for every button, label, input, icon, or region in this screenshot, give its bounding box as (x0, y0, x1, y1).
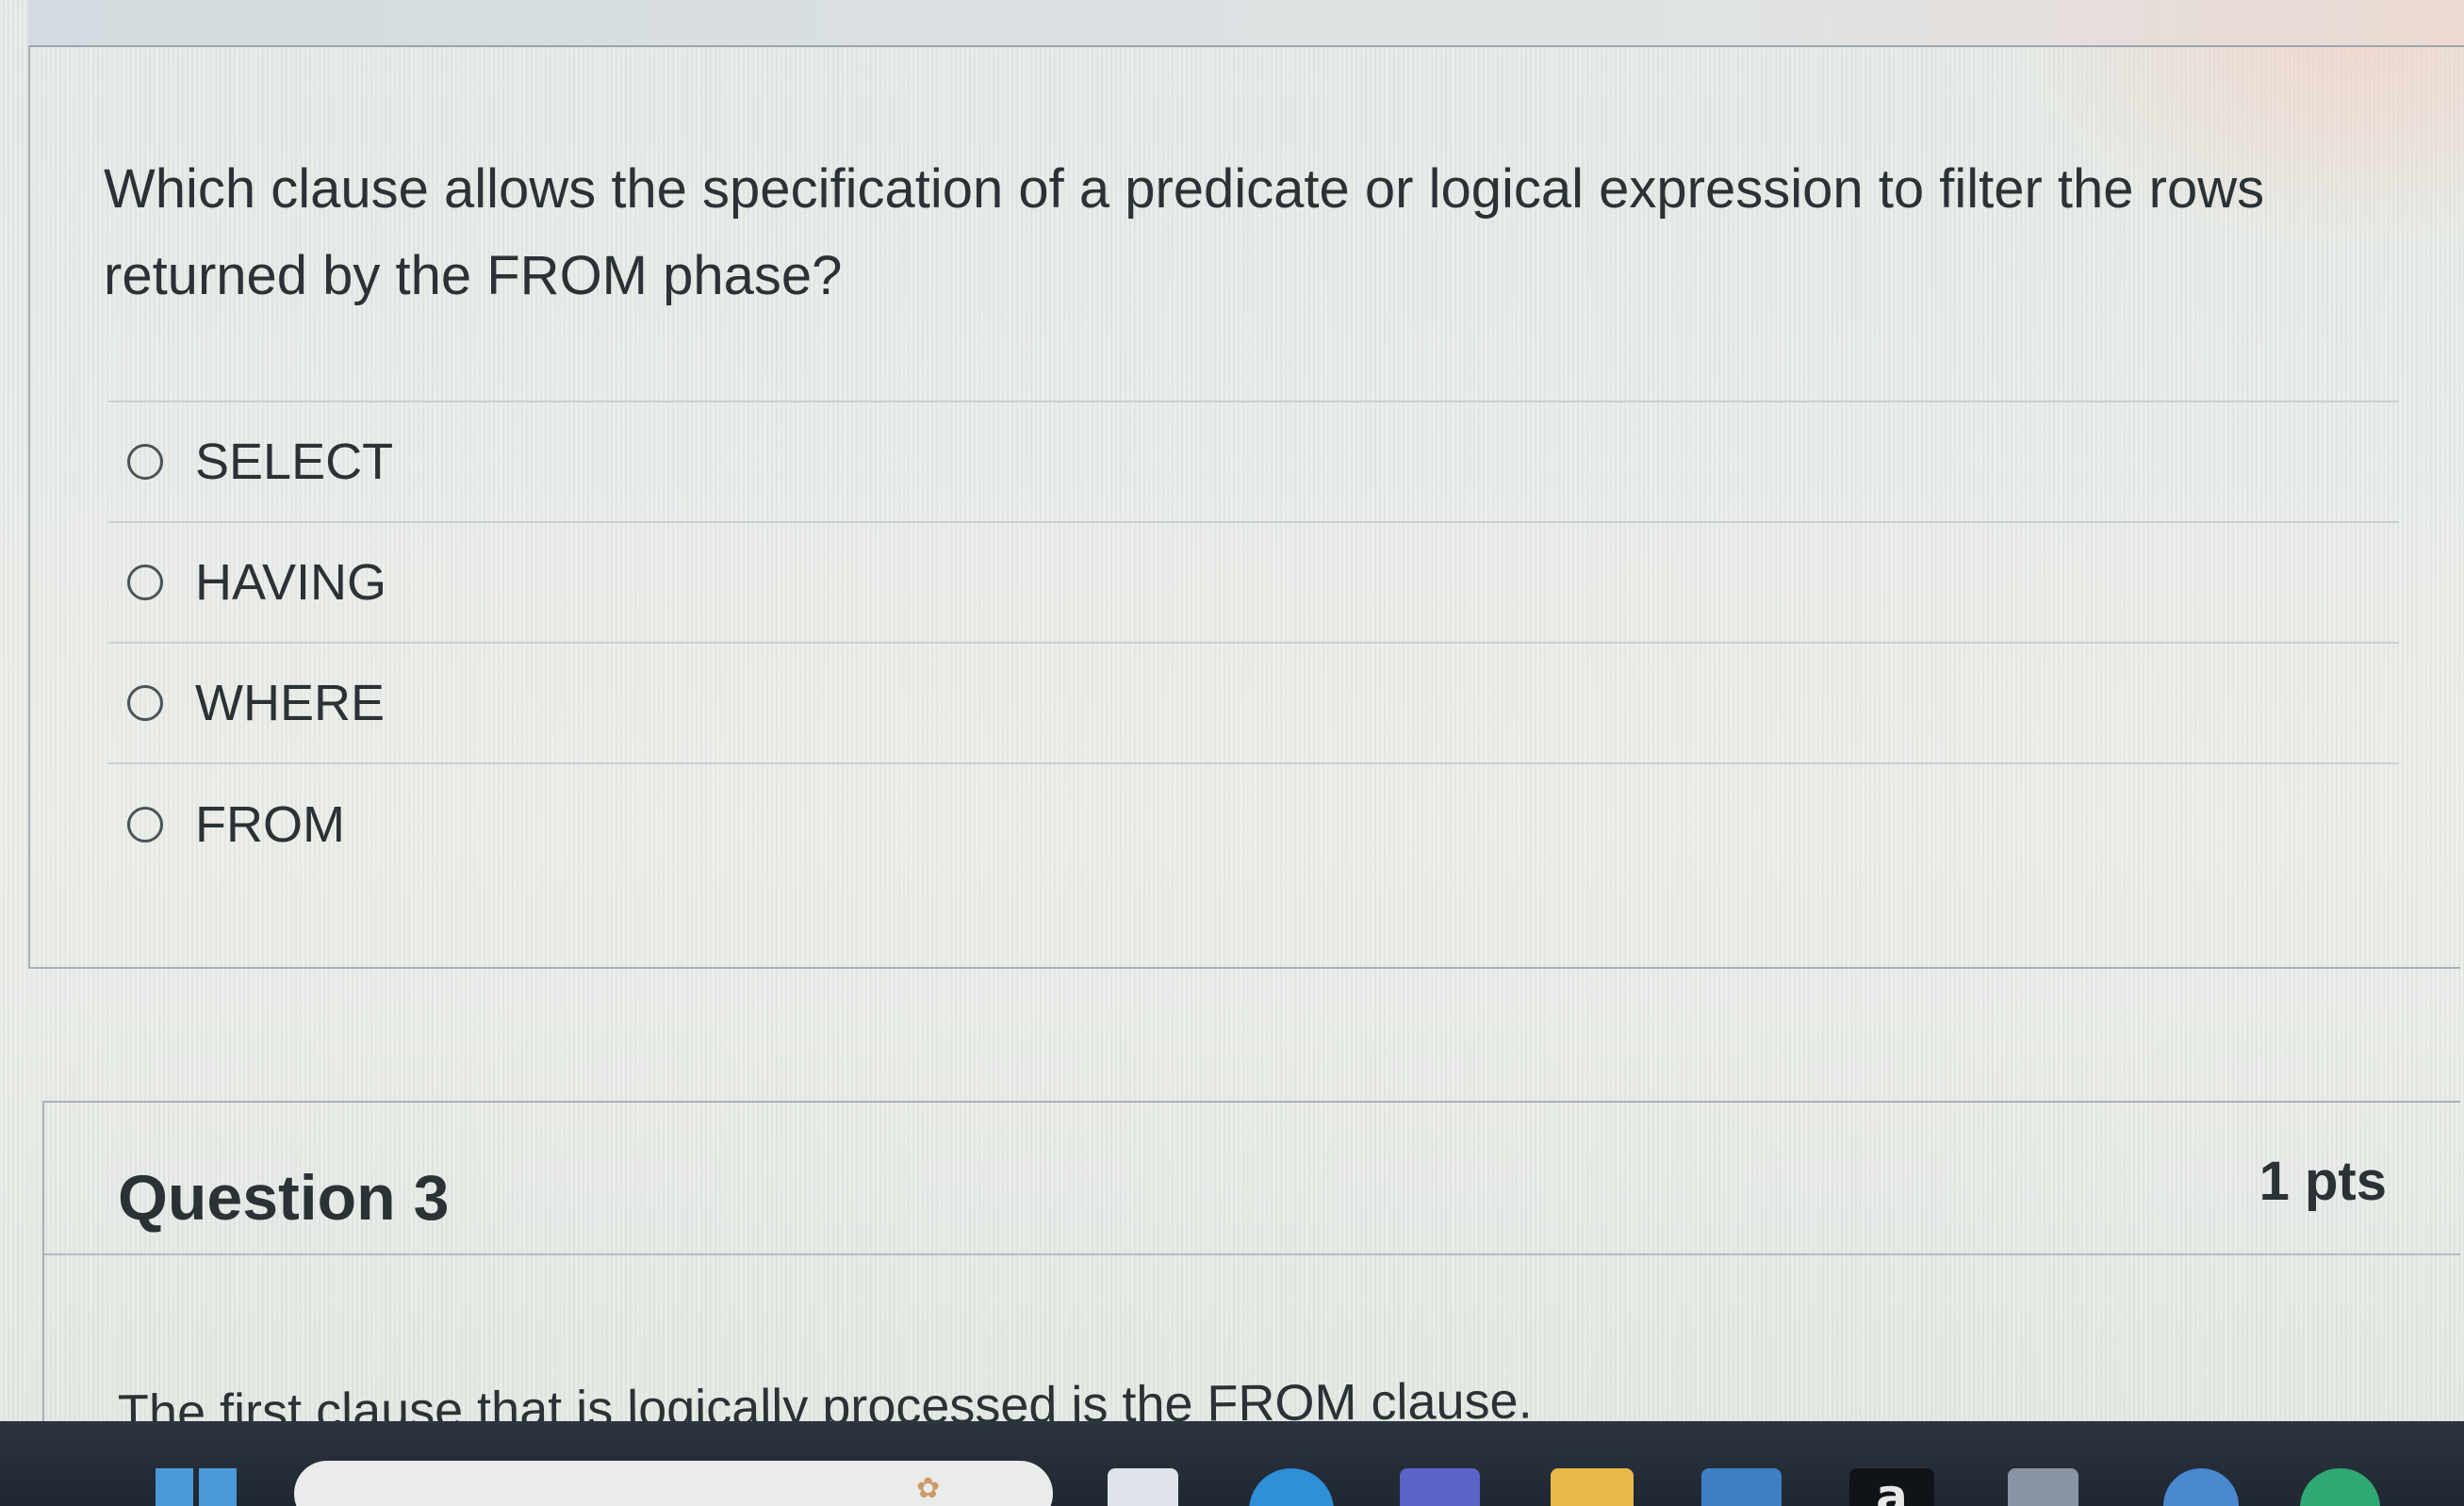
answer-option-where[interactable]: WHERE (108, 644, 2399, 764)
next-question-points: 1 pts (2259, 1151, 2387, 1212)
calculator-icon[interactable] (2008, 1468, 2078, 1506)
next-question-title: Question 3 (118, 1162, 450, 1234)
answer-option-select[interactable]: SELECT (108, 402, 2399, 523)
answer-list: SELECT HAVING WHERE FROM (108, 401, 2399, 885)
amazon-icon[interactable]: a (1849, 1468, 1934, 1506)
teams-icon[interactable] (1400, 1468, 1480, 1506)
search-highlight-icon: ✿ (916, 1473, 941, 1504)
question-text-line-2: returned by the FROM phase? (104, 245, 843, 306)
header-bar (28, 0, 2464, 47)
folder-icon[interactable] (1551, 1468, 1634, 1506)
answer-option-from[interactable]: FROM (108, 764, 2399, 885)
chrome-icon[interactable] (2300, 1468, 2380, 1506)
next-question-header: Question 3 1 pts (44, 1103, 2460, 1255)
explorer-icon[interactable] (1108, 1468, 1178, 1506)
store-icon[interactable] (1701, 1468, 1782, 1506)
taskbar: ✿ a (0, 1421, 2464, 1506)
edge-icon[interactable] (1249, 1468, 1334, 1506)
radio-button[interactable] (127, 807, 163, 843)
app-icon[interactable] (2163, 1468, 2239, 1506)
answer-label: WHERE (195, 675, 385, 731)
radio-button[interactable] (127, 685, 163, 721)
answer-label: HAVING (195, 554, 387, 611)
radio-button[interactable] (127, 565, 163, 600)
answer-label: FROM (195, 796, 345, 853)
question-text-line-1: Which clause allows the specification of… (104, 158, 2265, 220)
windows-start-icon[interactable] (156, 1463, 240, 1506)
answer-label: SELECT (195, 434, 394, 490)
question-text: Which clause allows the specification of… (104, 146, 2366, 319)
search-box[interactable]: ✿ (294, 1461, 1053, 1506)
answer-option-having[interactable]: HAVING (108, 523, 2399, 644)
radio-button[interactable] (127, 444, 163, 480)
